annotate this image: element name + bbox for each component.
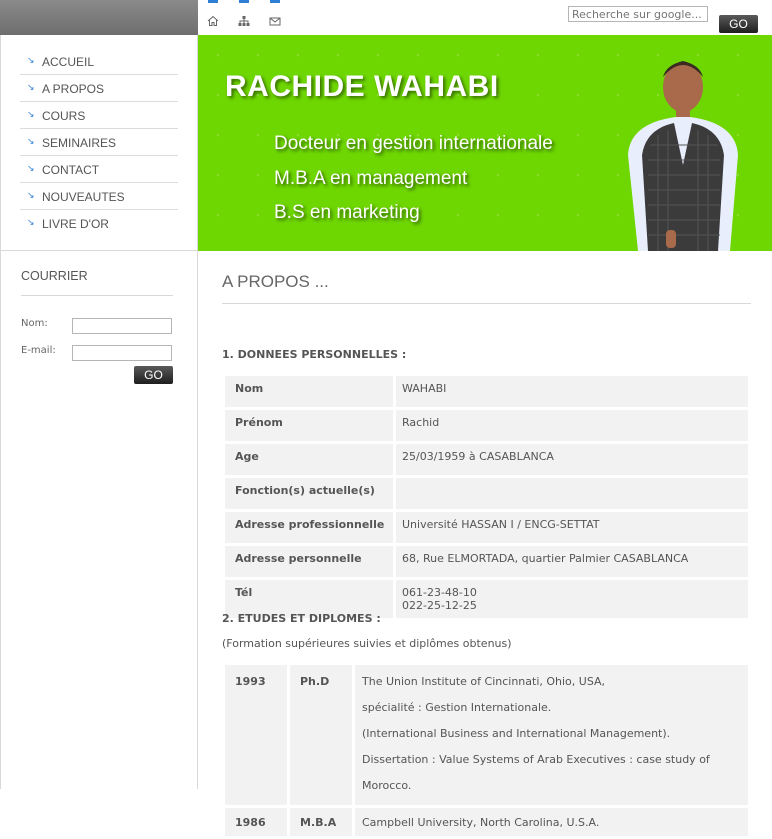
search-input[interactable]	[568, 6, 708, 22]
table-key: Age	[225, 444, 393, 475]
nav-label: ACCUEIL	[42, 55, 95, 69]
phone-1: 061-23-48-10	[402, 586, 477, 599]
divider	[1, 250, 198, 251]
nav-item-nouveautes[interactable]: ↘ NOUVEAUTES	[20, 184, 178, 210]
table-value	[396, 478, 748, 509]
banner-name: RACHIDE WAHABI	[225, 70, 499, 103]
section-heading-etudes: 2. ETUDES ET DIPLOMES :	[222, 612, 381, 625]
table-row: 1993 Ph.D The Union Institute of Cincinn…	[225, 665, 748, 805]
table-value: 68, Rue ELMORTADA, quartier Palmier CASA…	[396, 546, 748, 577]
table-value: Université HASSAN I / ENCG-SETTAT	[396, 512, 748, 543]
table-key: Adresse professionnelle	[225, 512, 393, 543]
banner-line: B.S en marketing	[274, 202, 420, 223]
email-field[interactable]	[72, 345, 172, 361]
table-row: 1986 M.B.A Campbell University, North Ca…	[225, 808, 748, 836]
page-title: A PROPOS ...	[222, 272, 329, 291]
degree-cell: Ph.D	[290, 665, 352, 805]
table-row: Adresse personnelle 68, Rue ELMORTADA, qu…	[225, 546, 748, 577]
tab-marker	[270, 0, 280, 3]
table-value: WAHABI	[396, 376, 748, 407]
arrow-icon: ↘	[27, 191, 35, 201]
arrow-icon: ↘	[27, 164, 35, 174]
degree-cell: M.B.A	[290, 808, 352, 836]
name-label: Nom:	[21, 318, 48, 329]
nav-item-livre-dor[interactable]: ↘ LIVRE D'OR	[20, 211, 178, 237]
table-row: Age 25/03/1959 à CASABLANCA	[225, 444, 748, 475]
mail-icon[interactable]	[268, 15, 282, 29]
banner-line: Docteur en gestion internationale	[274, 133, 553, 154]
header-banner: RACHIDE WAHABI Docteur en gestion intern…	[198, 35, 772, 251]
nav-item-a-propos[interactable]: ↘ A PROPOS	[20, 76, 178, 102]
year-cell: 1986	[225, 808, 287, 836]
sidebar: ↘ ACCUEIL ↘ A PROPOS ↘ COURS ↘ SEMINAIRES ↘ C…	[0, 35, 198, 789]
arrow-icon: ↘	[27, 110, 35, 120]
table-value: 25/03/1959 à CASABLANCA	[396, 444, 748, 475]
table-key: Prénom	[225, 410, 393, 441]
sitemap-icon[interactable]	[237, 15, 251, 29]
nav-label: A PROPOS	[42, 82, 105, 96]
nav-label: COURS	[42, 109, 86, 123]
divider	[21, 295, 173, 296]
detail-cell: Campbell University, North Carolina, U.S…	[355, 808, 748, 836]
nav-item-cours[interactable]: ↘ COURS	[20, 103, 178, 129]
arrow-icon: ↘	[27, 56, 35, 66]
detail-cell: The Union Institute of Cincinnati, Ohio,…	[355, 665, 748, 805]
divider	[222, 303, 751, 304]
nav-item-contact[interactable]: ↘ CONTACT	[20, 157, 178, 183]
banner-line: M.B.A en management	[274, 168, 468, 189]
nav-item-accueil[interactable]: ↘ ACCUEIL	[20, 49, 178, 75]
arrow-icon: ↘	[27, 218, 35, 228]
portrait-photo	[628, 61, 738, 251]
table-key: Nom	[225, 376, 393, 407]
arrow-icon: ↘	[27, 137, 35, 147]
year-cell: 1993	[225, 665, 287, 805]
detail-line: Campbell University, North Carolina, U.S…	[362, 816, 600, 829]
name-field[interactable]	[72, 318, 172, 334]
detail-line: Dissertation : Value Systems of Arab Exe…	[362, 753, 710, 792]
courrier-title: COURRIER	[21, 269, 88, 283]
table-value: Rachid	[396, 410, 748, 441]
table-row: Prénom Rachid	[225, 410, 748, 441]
search-go-button[interactable]: GO	[719, 15, 758, 33]
nav-label: NOUVEAUTES	[42, 190, 125, 204]
nav-label: LIVRE D'OR	[42, 217, 109, 231]
home-icon[interactable]	[206, 15, 220, 29]
table-key: Fonction(s) actuelle(s)	[225, 478, 393, 509]
table-row: Fonction(s) actuelle(s)	[225, 478, 748, 509]
detail-line: (International Business and Internationa…	[362, 727, 671, 740]
detail-line: spécialité : Gestion Internationale.	[362, 701, 552, 714]
nav-label: CONTACT	[42, 163, 100, 177]
top-bar-left	[0, 0, 198, 35]
etudes-table: 1993 Ph.D The Union Institute of Cincinn…	[222, 662, 751, 839]
arrow-icon: ↘	[27, 83, 35, 93]
personal-data-table: Nom WAHABI Prénom Rachid Age 25/03/1959 à C…	[222, 373, 751, 621]
email-label: E-mail:	[21, 345, 56, 356]
section-subheading: (Formation supérieures suivies et diplôm…	[222, 637, 512, 650]
tab-marker	[239, 0, 249, 3]
table-row: Adresse professionnelle Université HASSAN…	[225, 512, 748, 543]
table-value: 061-23-48-10 022-25-12-25	[396, 580, 748, 618]
section-heading-personal: 1. DONNEES PERSONNELLES :	[222, 348, 407, 361]
phone-2: 022-25-12-25	[402, 599, 477, 612]
table-key: Adresse personnelle	[225, 546, 393, 577]
detail-line: The Union Institute of Cincinnati, Ohio,…	[362, 675, 606, 688]
table-row: Nom WAHABI	[225, 376, 748, 407]
nav-label: SEMINAIRES	[42, 136, 117, 150]
tab-marker	[208, 0, 218, 3]
courrier-go-button[interactable]: GO	[134, 366, 173, 384]
nav-item-seminaires[interactable]: ↘ SEMINAIRES	[20, 130, 178, 156]
